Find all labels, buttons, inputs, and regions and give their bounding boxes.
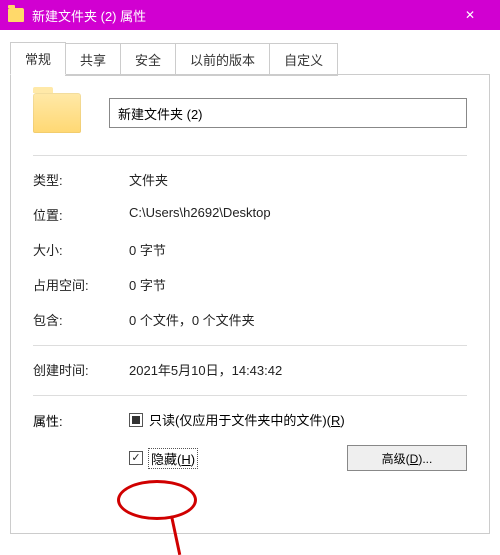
value-size: 0 字节: [129, 240, 467, 259]
tab-sharing[interactable]: 共享: [65, 43, 121, 76]
value-size-on-disk: 0 字节: [129, 275, 467, 294]
close-icon: ✕: [465, 8, 475, 22]
checkbox-readonly[interactable]: 只读(仅应用于文件夹中的文件)(R): [129, 410, 467, 429]
value-created: 2021年5月10日，14:43:42: [129, 360, 467, 379]
readonly-label: 只读(仅应用于文件夹中的文件)(R): [149, 410, 345, 429]
row-size-on-disk: 占用空间: 0 字节: [33, 275, 467, 294]
checkbox-icon: [129, 451, 143, 465]
label-created: 创建时间:: [33, 360, 129, 379]
label-type: 类型:: [33, 170, 129, 189]
close-button[interactable]: ✕: [448, 0, 492, 30]
row-size: 大小: 0 字节: [33, 240, 467, 259]
value-location: C:\Users\h2692\Desktop: [129, 205, 467, 224]
tab-security[interactable]: 安全: [120, 43, 176, 76]
name-row: [33, 93, 467, 133]
divider: [33, 345, 467, 346]
tab-previous-versions[interactable]: 以前的版本: [175, 43, 270, 76]
row-type: 类型: 文件夹: [33, 170, 467, 189]
tab-strip: 常规 共享 安全 以前的版本 自定义: [10, 42, 490, 75]
row-contains: 包含: 0 个文件，0 个文件夹: [33, 310, 467, 329]
checkbox-hidden[interactable]: 隐藏(H): [129, 449, 197, 468]
folder-icon: [8, 8, 24, 22]
row-location: 位置: C:\Users\h2692\Desktop: [33, 205, 467, 224]
tab-general[interactable]: 常规: [10, 42, 66, 75]
value-contains: 0 个文件，0 个文件夹: [129, 310, 467, 329]
label-contains: 包含:: [33, 310, 129, 329]
hidden-label: 隐藏(H): [149, 449, 197, 468]
folder-large-icon: [33, 93, 81, 133]
titlebar: 新建文件夹 (2) 属性 ✕: [0, 0, 500, 30]
divider: [33, 395, 467, 396]
row-created: 创建时间: 2021年5月10日，14:43:42: [33, 360, 467, 379]
tab-customize[interactable]: 自定义: [269, 43, 338, 76]
label-location: 位置:: [33, 205, 129, 224]
divider: [33, 155, 467, 156]
folder-name-input[interactable]: [109, 98, 467, 128]
row-attributes: 属性: 只读(仅应用于文件夹中的文件)(R) 隐藏(H) 高级(D)...: [33, 410, 467, 471]
value-type: 文件夹: [129, 170, 467, 189]
general-panel: 类型: 文件夹 位置: C:\Users\h2692\Desktop 大小: 0…: [10, 74, 490, 534]
label-size-on-disk: 占用空间:: [33, 275, 129, 294]
label-size: 大小:: [33, 240, 129, 259]
checkbox-icon: [129, 413, 143, 427]
window-title: 新建文件夹 (2) 属性: [32, 6, 448, 25]
advanced-button[interactable]: 高级(D)...: [347, 445, 467, 471]
label-attributes: 属性:: [33, 410, 129, 430]
